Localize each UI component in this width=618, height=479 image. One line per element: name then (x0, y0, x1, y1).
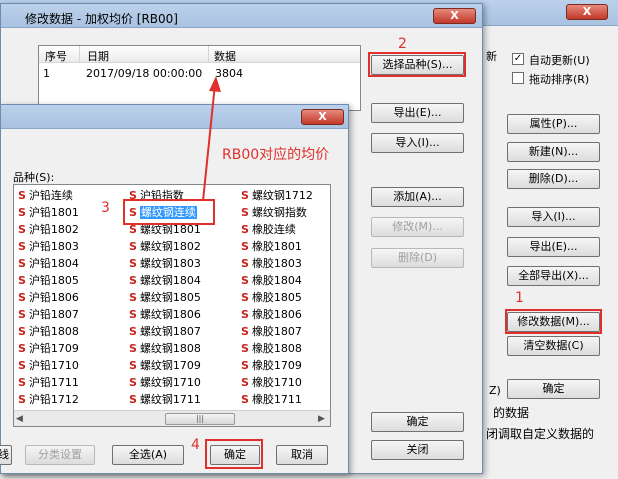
callout-arrow (202, 76, 221, 202)
